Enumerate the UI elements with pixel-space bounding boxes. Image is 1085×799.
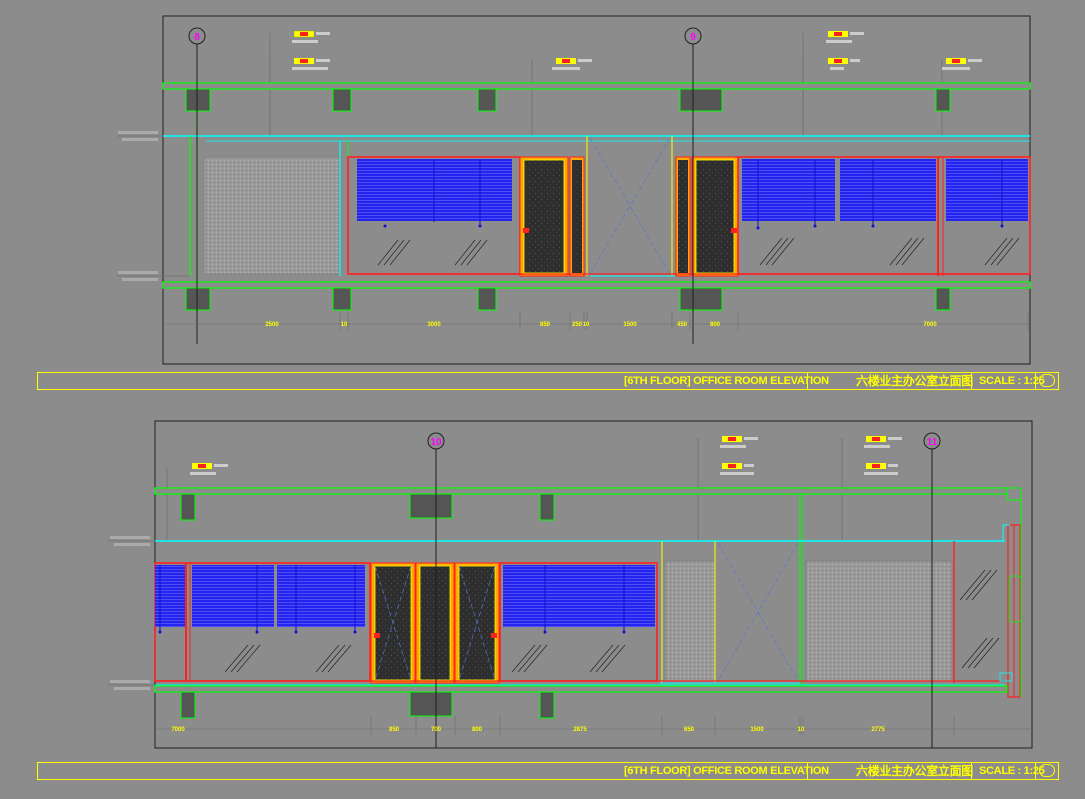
- dimension-label: 2875: [573, 727, 587, 733]
- dimension-label: 2775: [871, 727, 885, 733]
- grid-marker-label: 9: [690, 32, 696, 43]
- dimension-label: 800: [710, 322, 721, 328]
- drawing-title-chinese: 六楼业主办公室立面图: [856, 764, 974, 778]
- title-block: [6TH FLOOR] OFFICE ROOM ELEVATION 六楼业主办公…: [37, 762, 1059, 780]
- dimension-label: 10: [583, 322, 590, 328]
- grid-marker: 10: [427, 432, 445, 450]
- dimension-label: 650: [684, 727, 695, 733]
- drawing-title-english: [6TH FLOOR] OFFICE ROOM ELEVATION: [624, 375, 829, 387]
- bottom-slab: [154, 685, 1008, 719]
- elevation-drawing: 8 9 2500 10 3000 850 250 10 1500 450 800…: [108, 15, 1033, 749]
- dimension-label: 800: [472, 727, 483, 733]
- grid-marker-label: 10: [430, 437, 442, 448]
- dimension-label: 1500: [623, 322, 637, 328]
- grid-marker: 9: [684, 27, 702, 45]
- drawing-title-chinese: 六楼业主办公室立面图: [856, 374, 974, 388]
- dimension-label: 10: [798, 727, 805, 733]
- dimension-label: 850: [389, 727, 400, 733]
- sheet-reference-icon: [1039, 374, 1055, 387]
- dimension-label: 3000: [427, 322, 441, 328]
- bottom-slab: [162, 281, 1031, 311]
- dimension-label: 250: [572, 322, 583, 328]
- sheet-reference-icon: [1039, 764, 1055, 777]
- dimension-label: 450: [677, 322, 688, 328]
- dimension-label: 10: [341, 322, 348, 328]
- top-slab: [154, 487, 1008, 521]
- elevation-bottom: 10 11 7000 850 700 800 2875 650 1500 10 …: [108, 420, 1033, 749]
- title-block: [6TH FLOOR] OFFICE ROOM ELEVATION 六楼业主办公…: [37, 372, 1059, 390]
- dimension-label: 1500: [750, 727, 764, 733]
- dimension-label: 850: [540, 322, 551, 328]
- top-slab: [162, 82, 1031, 112]
- grid-marker-label: 11: [927, 437, 938, 448]
- dimension-label: 7000: [923, 322, 937, 328]
- dimension-label: 7000: [171, 727, 185, 733]
- dimension-label: 700: [431, 727, 442, 733]
- grid-marker: 11: [923, 432, 941, 450]
- elevation-top: 8 9 2500 10 3000 850 250 10 1500 450 800…: [117, 15, 1031, 365]
- grid-marker-label: 8: [194, 32, 200, 43]
- dimension-label: 2500: [265, 322, 279, 328]
- grid-marker: 8: [188, 27, 206, 45]
- drawing-title-english: [6TH FLOOR] OFFICE ROOM ELEVATION: [624, 765, 829, 777]
